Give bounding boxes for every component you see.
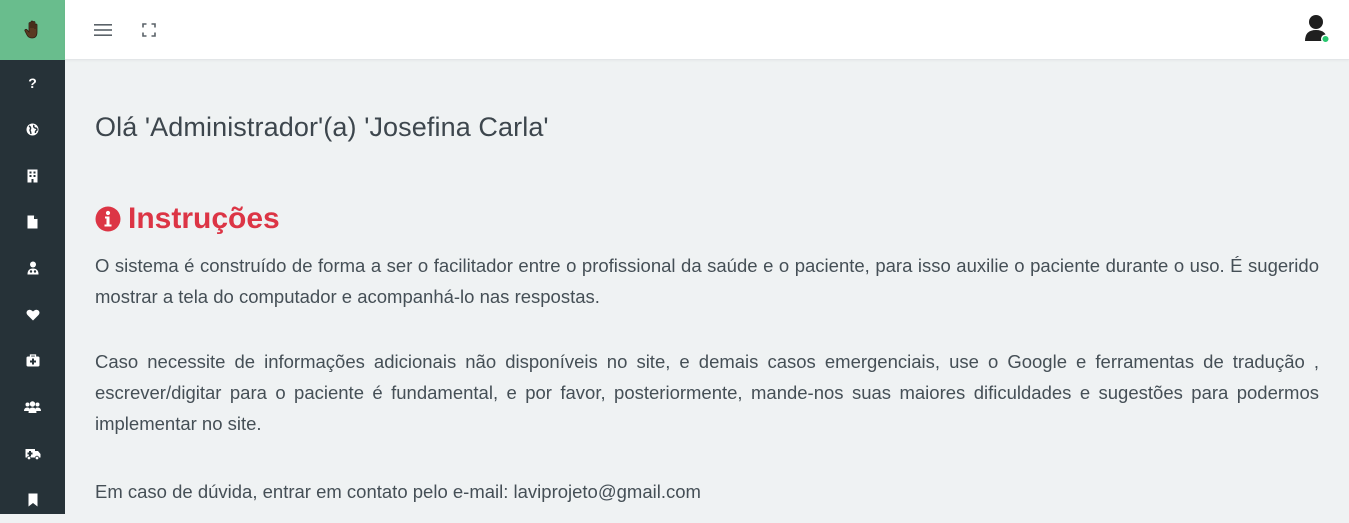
sidebar-item-documents[interactable] [0,199,65,245]
sidebar-item-building[interactable] [0,153,65,199]
hand-icon [23,20,37,39]
instructions-heading: Instruções [95,202,280,236]
file-icon [27,215,38,229]
heart-icon [26,309,39,321]
sidebar-item-users[interactable] [0,384,65,430]
user-icon [1305,15,1331,44]
sidebar-item-doctors[interactable] [0,245,65,291]
building-icon [27,169,38,183]
users-icon [24,401,41,414]
sidebar-item-globe[interactable] [0,106,65,152]
hamburger-icon [94,24,112,36]
sidebar: ? [0,0,65,514]
instructions-paragraph-2: Caso necessite de informações adicionais… [95,351,1319,434]
instructions-paragraph-1: O sistema é construído de forma a ser o … [95,255,1319,307]
sidebar-item-medkit[interactable] [0,338,65,384]
sidebar-item-help[interactable]: ? [0,60,65,106]
fullscreen-button[interactable] [138,19,160,41]
globe-icon [26,123,39,136]
sidebar-item-bookmarks[interactable] [0,477,65,523]
page-title: Olá 'Administrador'(a) 'Josefina Carla' [95,112,549,142]
brand-logo[interactable] [0,0,65,60]
sidebar-nav: ? [0,60,65,523]
menu-toggle-button[interactable] [92,19,114,41]
instructions-title: Instruções [128,202,280,235]
sidebar-item-ambulance[interactable] [0,430,65,476]
sidebar-item-health[interactable] [0,291,65,337]
info-circle-icon [95,206,121,232]
contact-paragraph: Em caso de dúvida, entrar em contato pel… [95,481,701,502]
top-navbar [65,0,1349,60]
question-icon: ? [28,75,37,92]
user-menu-button[interactable] [1302,14,1332,46]
bookmark-icon [28,493,37,507]
fullscreen-icon [142,23,156,37]
ambulance-icon [25,448,40,460]
medkit-icon [26,354,39,367]
user-doctor-icon [27,261,38,275]
